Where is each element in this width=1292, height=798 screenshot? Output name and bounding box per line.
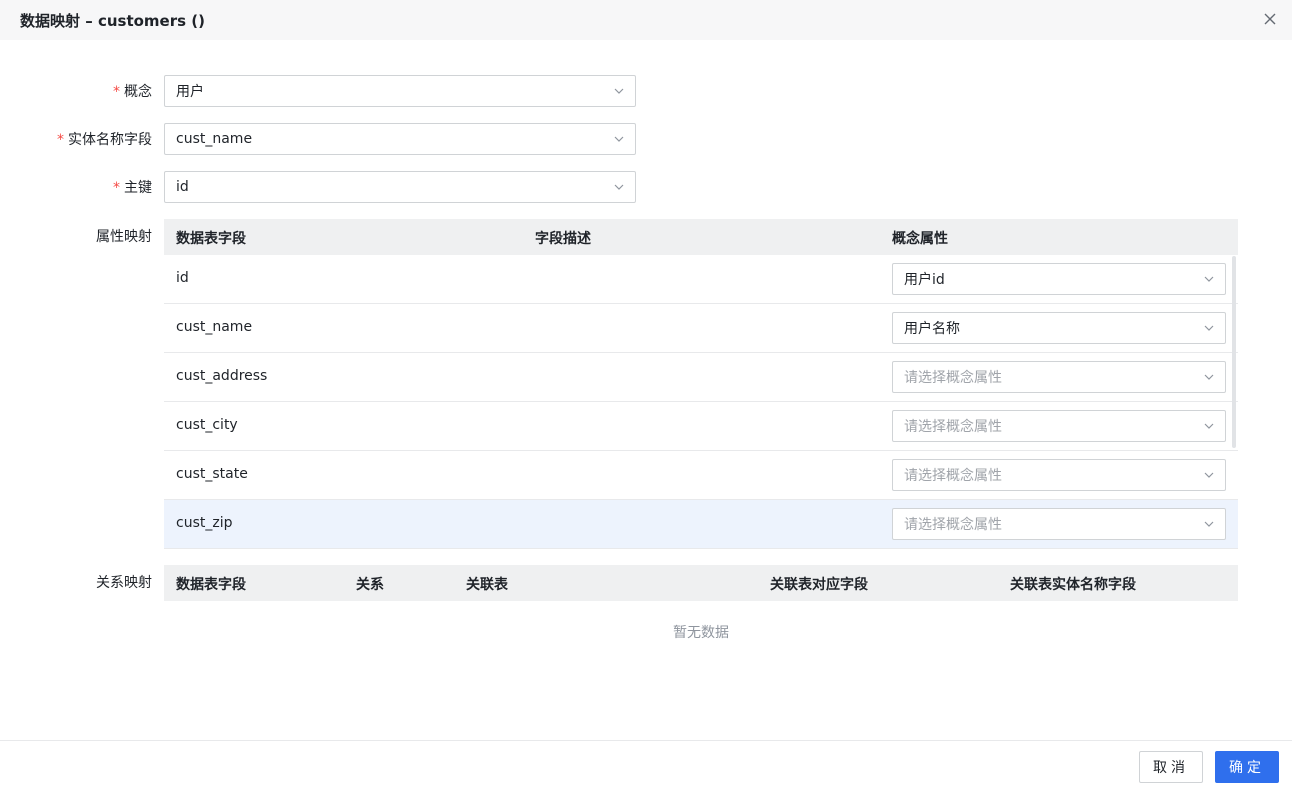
empty-state-text: 暂无数据 xyxy=(673,625,729,641)
dialog-header: 数据映射 – customers () xyxy=(0,0,1292,40)
footer-divider xyxy=(0,740,1292,741)
rel-table-header: 数据表字段 关系 关联表 关联表对应字段 关联表实体名称字段 xyxy=(164,565,1238,601)
primary-key-label-text: 主键 xyxy=(124,180,152,196)
dialog-title: 数据映射 – customers () xyxy=(20,11,205,30)
row-field: id xyxy=(176,270,189,286)
attribute-select[interactable]: 请选择概念属性 xyxy=(892,459,1226,491)
table-row[interactable]: id 用户id xyxy=(164,255,1238,304)
required-mark: * xyxy=(113,180,120,196)
entity-name-field-select[interactable]: cust_name xyxy=(164,123,636,155)
row-field: cust_state xyxy=(176,466,248,482)
row-field: cust_city xyxy=(176,417,238,433)
table-row[interactable]: cust_city 请选择概念属性 xyxy=(164,402,1238,451)
rel-col-related-field: 关联表对应字段 xyxy=(770,577,868,593)
concept-select[interactable]: 用户 xyxy=(164,75,636,107)
chevron-down-icon xyxy=(1204,276,1214,282)
attribute-placeholder: 请选择概念属性 xyxy=(904,419,1002,435)
chevron-down-icon xyxy=(1204,423,1214,429)
primary-key-label: * 主键 xyxy=(0,177,152,197)
chevron-down-icon xyxy=(614,88,624,94)
rel-col-related-entity-name: 关联表实体名称字段 xyxy=(1010,577,1136,593)
table-row[interactable]: cust_name 用户名称 xyxy=(164,304,1238,353)
required-mark: * xyxy=(113,84,120,100)
rel-col-relation: 关系 xyxy=(356,577,384,593)
chevron-down-icon xyxy=(1204,374,1214,380)
table-row[interactable]: cust_state 请选择概念属性 xyxy=(164,451,1238,500)
entity-name-field-label-text: 实体名称字段 xyxy=(68,132,152,148)
attribute-select[interactable]: 请选择概念属性 xyxy=(892,361,1226,393)
attribute-placeholder: 请选择概念属性 xyxy=(904,370,1002,386)
attr-mapping-label: 属性映射 xyxy=(96,229,152,245)
chevron-down-icon xyxy=(614,184,624,190)
attribute-select[interactable]: 请选择概念属性 xyxy=(892,410,1226,442)
attr-col-field: 数据表字段 xyxy=(176,231,246,247)
data-mapping-dialog: 数据映射 – customers () * 概念 用户 * 实体名称字段 cust_… xyxy=(0,0,1292,798)
table-row[interactable]: cust_zip 请选择概念属性 xyxy=(164,500,1238,549)
concept-label-text: 概念 xyxy=(124,84,152,100)
cancel-button[interactable]: 取消 xyxy=(1139,751,1203,783)
attr-col-attribute: 概念属性 xyxy=(892,231,948,247)
chevron-down-icon xyxy=(1204,325,1214,331)
confirm-button[interactable]: 确定 xyxy=(1215,751,1279,783)
rel-col-related-table: 关联表 xyxy=(466,577,508,593)
rel-mapping-label: 关系映射 xyxy=(96,575,152,591)
table-row[interactable]: cust_address 请选择概念属性 xyxy=(164,353,1238,402)
row-field: cust_name xyxy=(176,319,253,335)
concept-label: * 概念 xyxy=(0,81,152,101)
primary-key-select[interactable]: id xyxy=(164,171,636,203)
close-icon[interactable] xyxy=(1260,9,1280,29)
attribute-value: 用户名称 xyxy=(904,321,960,337)
primary-key-value: id xyxy=(176,179,189,195)
chevron-down-icon xyxy=(614,136,624,142)
concept-select-value: 用户 xyxy=(176,84,204,100)
required-mark: * xyxy=(57,132,64,148)
entity-name-field-label: * 实体名称字段 xyxy=(0,129,152,149)
chevron-down-icon xyxy=(1204,472,1214,478)
row-field: cust_address xyxy=(176,368,268,384)
attribute-placeholder: 请选择概念属性 xyxy=(904,468,1002,484)
attribute-select[interactable]: 用户id xyxy=(892,263,1226,295)
attribute-select[interactable]: 用户名称 xyxy=(892,312,1226,344)
rel-col-field: 数据表字段 xyxy=(176,577,246,593)
chevron-down-icon xyxy=(1204,521,1214,527)
attr-table-scrollbar[interactable] xyxy=(1232,256,1236,448)
row-field: cust_zip xyxy=(176,515,233,531)
attribute-select[interactable]: 请选择概念属性 xyxy=(892,508,1226,540)
attribute-value: 用户id xyxy=(904,272,945,288)
entity-name-field-value: cust_name xyxy=(176,131,253,147)
attr-col-desc: 字段描述 xyxy=(535,231,591,247)
attr-table-header: 数据表字段 字段描述 概念属性 xyxy=(164,219,1238,255)
attribute-placeholder: 请选择概念属性 xyxy=(904,517,1002,533)
